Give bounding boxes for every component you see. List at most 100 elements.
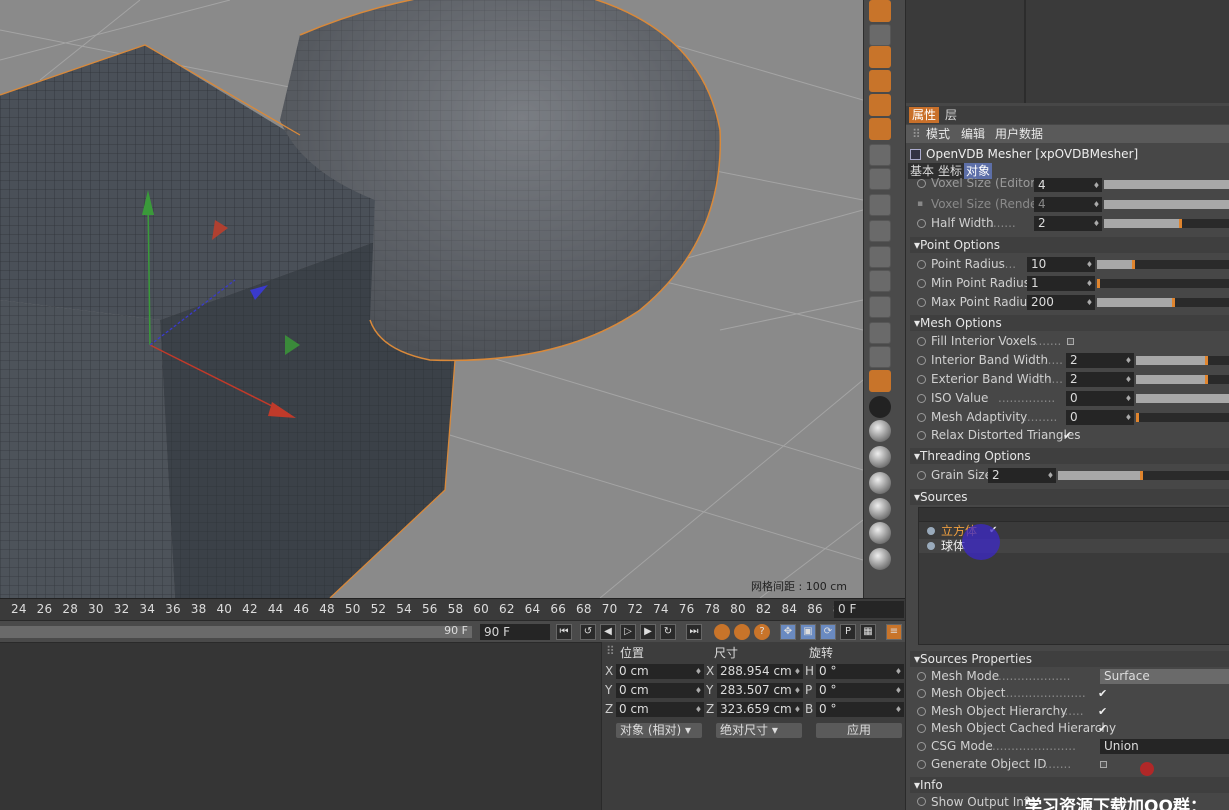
mesh-adaptivity-field[interactable]: 0 ♦ (1066, 410, 1134, 425)
go-start-icon[interactable]: ⏮ (556, 624, 572, 640)
next-key-icon[interactable]: ↻ (660, 624, 676, 640)
checker-sphere-icon[interactable] (869, 472, 891, 494)
brush-icon[interactable] (869, 370, 891, 392)
pos-x-field[interactable]: 0 cm ♦ (616, 664, 704, 679)
min-point-radius-slider[interactable] (1097, 279, 1229, 288)
min-point-radius-field[interactable]: 1 ♦ (1027, 276, 1095, 291)
pos-z-field[interactable]: 0 cm ♦ (616, 702, 704, 717)
mesh-object-checkbox[interactable]: ✔ (1098, 685, 1107, 702)
point-radius-field[interactable]: 10 ♦ (1027, 257, 1095, 272)
grain-size-field[interactable]: 2 ♦ (988, 468, 1056, 483)
voxel-icon[interactable] (869, 94, 891, 116)
render-sphere-icon[interactable] (869, 548, 891, 570)
max-point-radius-field[interactable]: 200 ♦ (1027, 295, 1095, 310)
timeline-menu-icon[interactable]: ≡ (886, 624, 902, 640)
array-icon[interactable] (869, 296, 891, 318)
max-point-radius-slider[interactable] (1097, 298, 1229, 307)
rot-h-field[interactable]: 0 ° ♦ (816, 664, 904, 679)
iso-value-field[interactable]: 0 ♦ (1066, 391, 1134, 406)
subtab-coord[interactable]: 坐标 (936, 163, 965, 179)
rotate-key-icon[interactable]: ⟳ (820, 624, 836, 640)
iso-value-slider[interactable] (1136, 394, 1229, 403)
end-frame-field[interactable]: 90 F (480, 624, 550, 640)
eye-sphere-icon[interactable] (869, 522, 891, 544)
timeline-ruler[interactable]: 24 26 28 30 32 34 36 38 40 42 44 46 48 5… (0, 598, 905, 620)
mesh-hierarchy-checkbox[interactable]: ✔ (1098, 703, 1107, 720)
half-width-slider[interactable] (1104, 219, 1229, 228)
half-width-field[interactable]: 2 ♦ (1034, 216, 1102, 231)
relax-triangles-checkbox[interactable]: ✔ (1063, 426, 1072, 445)
subtab-basic[interactable]: 基本 (908, 163, 937, 179)
wire-cube-icon[interactable] (869, 346, 891, 368)
box-icon[interactable] (869, 270, 891, 292)
size-mode-dropdown[interactable]: 绝对尺寸 ▾ (716, 723, 802, 738)
fracture-icon[interactable] (869, 70, 891, 92)
point-radius-slider[interactable] (1097, 260, 1229, 269)
coord-mode-dropdown[interactable]: 对象 (相对) ▾ (616, 723, 702, 738)
size-z-field[interactable]: 323.659 cm ♦ (717, 702, 803, 717)
prev-frame-icon[interactable]: ◀ (600, 624, 616, 640)
gen-id-checkbox[interactable] (1100, 761, 1107, 768)
pos-y-field[interactable]: 0 cm ♦ (616, 683, 704, 698)
3d-viewport[interactable]: 网格间距 : 100 cm (0, 0, 863, 598)
interior-band-slider[interactable] (1136, 356, 1229, 365)
bend-icon[interactable] (869, 0, 891, 22)
info-header[interactable]: ▾Info (910, 777, 1229, 793)
sources-list[interactable]: 立方体 ✔ 球体 (918, 507, 1229, 645)
threading-options-header[interactable]: ▾Threading Options (910, 448, 1229, 464)
voxel-size-editor-slider[interactable] (1104, 180, 1229, 189)
size-y-field[interactable]: 283.507 cm ♦ (717, 683, 803, 698)
menu-mode[interactable]: 模式 (926, 125, 950, 143)
shader-sphere-icon[interactable] (869, 498, 891, 520)
size-x-field[interactable]: 288.954 cm ♦ (717, 664, 803, 679)
knife-icon[interactable] (869, 246, 891, 268)
mesh-adaptivity-slider[interactable] (1136, 413, 1229, 422)
sculpt-icon[interactable] (869, 46, 891, 68)
fill-interior-checkbox[interactable] (1067, 338, 1074, 345)
tab-layers[interactable]: 层 (942, 107, 960, 123)
scale-key-icon[interactable]: ▣ (800, 624, 816, 640)
grid-key-icon[interactable]: ▦ (860, 624, 876, 640)
next-frame-icon[interactable]: ▶ (640, 624, 656, 640)
deformer-icon[interactable] (869, 24, 891, 46)
grain-size-slider[interactable] (1058, 471, 1229, 480)
help-icon[interactable]: ? (754, 624, 770, 640)
hierarchy-icon[interactable] (869, 118, 891, 140)
mesh-options-header[interactable]: ▾Mesh Options (910, 315, 1229, 331)
play-icon[interactable]: ▷ (620, 624, 636, 640)
rot-p-field[interactable]: 0 ° ♦ (816, 683, 904, 698)
arrow-icon[interactable] (869, 220, 891, 242)
material-icon[interactable] (869, 446, 891, 468)
move-key-icon[interactable]: ✥ (780, 624, 796, 640)
spline-icon[interactable] (869, 194, 891, 216)
mesh-mode-select[interactable]: Surface (1100, 669, 1229, 684)
voxel-size-editor-field[interactable]: 4 ♦ (1034, 178, 1102, 192)
current-frame-field[interactable]: 0 F (834, 601, 904, 618)
subtab-object[interactable]: 对象 (964, 163, 993, 179)
prev-key-icon[interactable]: ↺ (580, 624, 596, 640)
param-key-icon[interactable]: P (840, 624, 856, 640)
record-icon[interactable] (714, 624, 730, 640)
go-end-icon[interactable]: ⏭ (686, 624, 702, 640)
gear-shape-icon[interactable] (869, 168, 891, 190)
menu-edit[interactable]: 编辑 (961, 125, 985, 143)
voxel-size-render-field[interactable]: 4 ♦ (1034, 197, 1102, 212)
menu-userdata[interactable]: 用户数据 (995, 125, 1043, 143)
tab-attributes[interactable]: 属性 (909, 107, 940, 123)
sources-header[interactable]: ▾Sources (910, 489, 1229, 505)
exterior-band-slider[interactable] (1136, 375, 1229, 384)
cube-outline-icon[interactable] (869, 322, 891, 344)
infinity-icon[interactable] (869, 396, 891, 418)
sources-properties-header[interactable]: ▾Sources Properties (910, 651, 1229, 667)
cube-icon[interactable] (869, 144, 891, 166)
mesh-cached-checkbox[interactable]: ✔ (1098, 720, 1107, 737)
point-options-header[interactable]: ▾Point Options (910, 237, 1229, 253)
sphere-icon[interactable] (869, 420, 891, 442)
csg-mode-select[interactable]: Union (1100, 739, 1229, 754)
autokey-icon[interactable] (734, 624, 750, 640)
voxel-size-render-slider[interactable] (1104, 200, 1229, 209)
apply-button[interactable]: 应用 (816, 723, 902, 738)
timeline-range-bar[interactable]: 90 F (0, 624, 472, 638)
interior-band-field[interactable]: 2 ♦ (1066, 353, 1134, 368)
rot-b-field[interactable]: 0 ° ♦ (816, 702, 904, 717)
